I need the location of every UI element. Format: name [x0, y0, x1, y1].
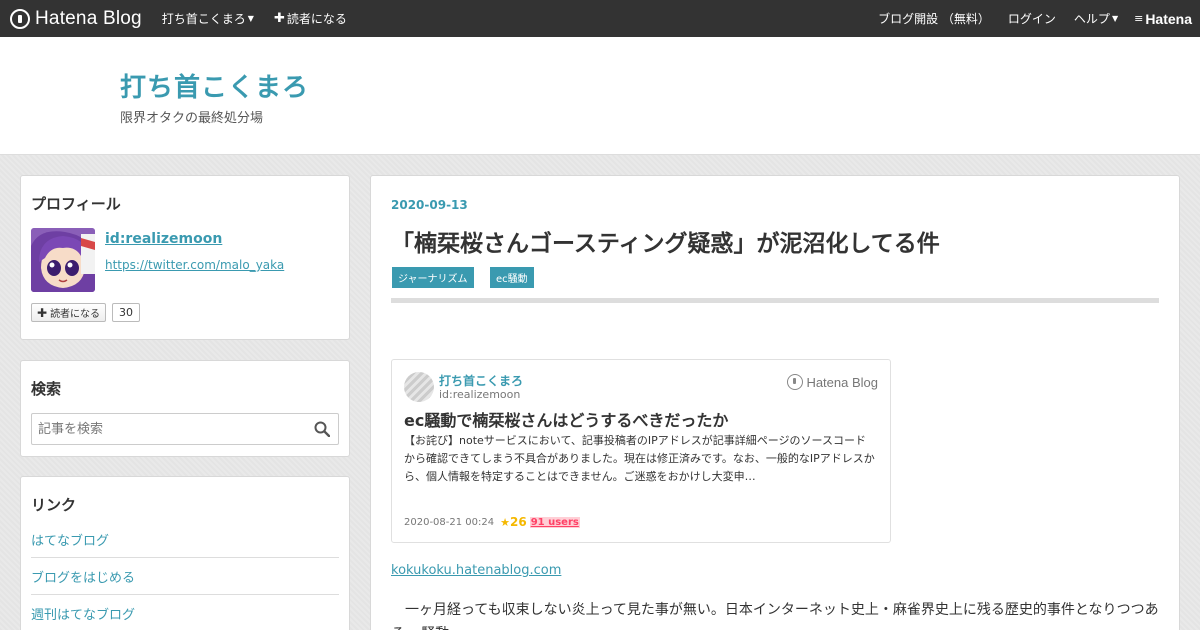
- blog-header: 打ち首こくまろ 限界オタクの最終処分場: [0, 37, 1200, 155]
- embed-blog-name[interactable]: 打ち首こくまろ: [439, 372, 523, 389]
- search-icon[interactable]: [314, 421, 330, 437]
- embed-brand-text: Hatena Blog: [806, 374, 878, 390]
- avatar-image: [31, 228, 95, 292]
- star-icon: ★: [500, 515, 510, 529]
- link-start-blog[interactable]: ブログをはじめる: [31, 558, 339, 595]
- blog-title[interactable]: 打ち首こくまろ: [120, 67, 309, 104]
- hatena-blog-logo[interactable]: Hatena Blog: [10, 0, 142, 37]
- blog-menu-dropdown[interactable]: 打ち首こくまろ ▼: [162, 10, 254, 27]
- embed-author-id: id:realizemoon: [439, 388, 521, 401]
- plus-icon: ✚: [37, 305, 48, 320]
- hatena-logo[interactable]: ≡ Hatena: [1134, 11, 1192, 27]
- title-divider: [391, 298, 1159, 303]
- search-input[interactable]: [31, 413, 339, 445]
- article: 2020-09-13 「楠栞桜さんゴースティング疑惑」が泥沼化してる件 ジャーナ…: [370, 175, 1180, 630]
- links-module: リンク はてなブログ ブログをはじめる 週刊はてなブログ: [20, 476, 350, 630]
- subscribe-button[interactable]: ✚ 読者になる: [274, 10, 347, 27]
- caret-down-icon: ▼: [1111, 14, 1119, 23]
- link-weekly-hatena-blog[interactable]: 週刊はてなブログ: [31, 595, 339, 630]
- subscribe-label: 読者になる: [286, 12, 347, 26]
- embed-star-count: 26: [510, 515, 527, 529]
- profile-id-link[interactable]: id:realizemoon: [105, 231, 222, 247]
- embed-blog-card[interactable]: 打ち首こくまろ id:realizemoon Hatena Blog ec騒動で…: [391, 359, 891, 543]
- embed-bookmark-users[interactable]: 91 users: [529, 516, 580, 528]
- help-label: ヘルプ: [1073, 12, 1110, 26]
- profile-subscribe-button[interactable]: ✚ 読者になる: [31, 303, 107, 322]
- blog-description: 限界オタクの最終処分場: [120, 111, 264, 126]
- profile-heading: プロフィール: [31, 195, 121, 213]
- help-dropdown[interactable]: ヘルプ ▼: [1074, 10, 1118, 27]
- plus-icon: ✚: [273, 11, 285, 26]
- global-header-right: ブログ開設 （無料） ログイン ヘルプ ▼ ≡ Hatena: [860, 0, 1192, 37]
- embed-meta: 2020-08-21 00:24 ★ 26 91 users: [404, 515, 580, 529]
- embed-source-link[interactable]: kokukoku.hatenablog.com: [391, 563, 561, 578]
- avatar[interactable]: [31, 228, 95, 292]
- embed-avatar: [404, 372, 434, 402]
- search-heading: 検索: [31, 380, 62, 398]
- hatena-mark-icon: ≡: [1134, 12, 1143, 25]
- caret-down-icon: ▼: [247, 14, 254, 23]
- hatena-blog-logo-icon: [787, 374, 804, 390]
- blog-menu-label: 打ち首こくまろ: [161, 12, 246, 26]
- login-link[interactable]: ログイン: [1008, 10, 1056, 27]
- article-title[interactable]: 「楠栞桜さんゴースティング疑惑」が泥沼化してる件: [391, 224, 940, 258]
- profile-subscribe-label: 読者になる: [50, 309, 101, 320]
- category-tag-ec-sodo[interactable]: ec騒動: [490, 267, 534, 288]
- global-header: Hatena Blog 打ち首こくまろ ▼ ✚ 読者になる ブログ開設 （無料）…: [0, 0, 1200, 37]
- subscriber-count[interactable]: 30: [112, 303, 140, 322]
- article-date[interactable]: 2020-09-13: [391, 198, 468, 212]
- category-tag-journalism[interactable]: ジャーナリズム: [392, 267, 474, 288]
- links-heading: リンク: [31, 496, 77, 514]
- embed-title[interactable]: ec騒動で楠栞桜さんはどうするべきだったか: [404, 407, 728, 431]
- search-module: 検索: [20, 360, 350, 457]
- article-body-text: 一ヶ月経っても収束しない炎上って見た事が無い。日本インターネット史上・麻雀界史上…: [391, 602, 1159, 630]
- link-hatena-blog[interactable]: はてなブログ: [31, 521, 339, 558]
- embed-excerpt: 【お詫び】noteサービスにおいて、記事投稿者のIPアドレスが記事詳細ページのソ…: [404, 434, 875, 483]
- open-blog-link[interactable]: ブログ開設 （無料）: [878, 10, 990, 27]
- hatena-blog-logo-icon: [10, 8, 30, 29]
- embed-datetime: 2020-08-21 00:24: [404, 516, 495, 528]
- embed-hatena-blog-logo: Hatena Blog: [787, 374, 878, 390]
- hatena-logo-text: Hatena: [1145, 10, 1192, 27]
- profile-module: プロフィール id:realizemoon https://twitter.co…: [20, 175, 350, 340]
- profile-twitter-link[interactable]: https://twitter.com/malo_yaka: [105, 258, 284, 272]
- hatena-blog-logo-text: Hatena Blog: [35, 7, 142, 29]
